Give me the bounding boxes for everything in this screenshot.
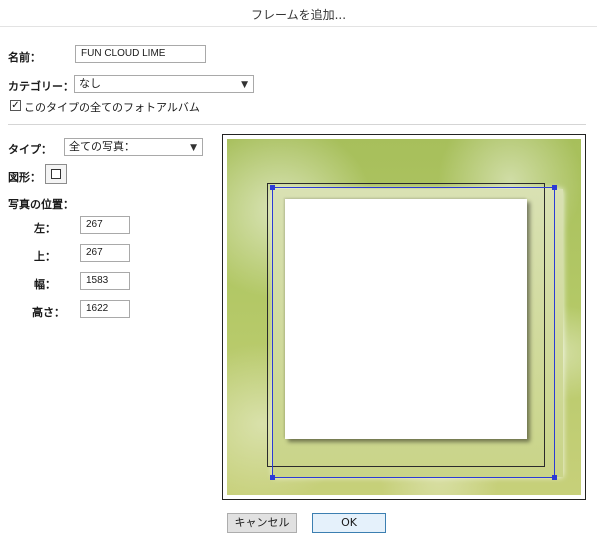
frame-preview[interactable] (222, 134, 586, 500)
type-select[interactable]: 全ての写真： ▼ (64, 138, 203, 156)
resize-handle-top-left[interactable] (270, 185, 275, 190)
name-input[interactable]: FUN CLOUD LIME (75, 45, 206, 63)
left-label: 左： (34, 222, 56, 235)
top-input[interactable]: 267 (80, 244, 130, 262)
category-label: カテゴリー： (8, 80, 74, 93)
category-select[interactable]: なし ▼ (74, 75, 254, 93)
dialog-title: フレームを追加... (250, 8, 347, 22)
title-bar: フレームを追加... (0, 0, 597, 27)
left-input[interactable]: 267 (80, 216, 130, 234)
rectangle-shape-icon (51, 169, 61, 179)
ok-button[interactable]: OK (312, 513, 386, 533)
apply-all-checkbox[interactable]: ✓ (10, 100, 21, 111)
checkmark-icon: ✓ (11, 100, 20, 111)
separator (8, 124, 586, 125)
apply-all-label: このタイプの全てのフォトアルバム (24, 101, 200, 114)
selection-rectangle[interactable] (272, 187, 555, 478)
category-selected-value: なし (79, 77, 101, 90)
cancel-button[interactable]: キャンセル (227, 513, 297, 533)
chevron-down-icon: ▼ (190, 143, 197, 153)
shape-button[interactable] (45, 164, 67, 184)
shape-label: 図形： (8, 171, 41, 184)
width-label: 幅： (34, 278, 56, 291)
add-frame-dialog: フレームを追加... 名前： FUN CLOUD LIME カテゴリー： なし … (0, 0, 597, 535)
height-label: 高さ： (32, 306, 65, 319)
height-input[interactable]: 1622 (80, 300, 130, 318)
resize-handle-bottom-left[interactable] (270, 475, 275, 480)
type-selected-value: 全ての写真： (69, 140, 135, 153)
name-label: 名前： (8, 51, 41, 64)
chevron-down-icon: ▼ (241, 80, 248, 90)
width-input[interactable]: 1583 (80, 272, 130, 290)
top-label: 上： (34, 250, 56, 263)
resize-handle-top-right[interactable] (552, 185, 557, 190)
position-heading: 写真の位置： (8, 198, 74, 211)
type-label: タイプ： (8, 143, 52, 156)
resize-handle-bottom-right[interactable] (552, 475, 557, 480)
